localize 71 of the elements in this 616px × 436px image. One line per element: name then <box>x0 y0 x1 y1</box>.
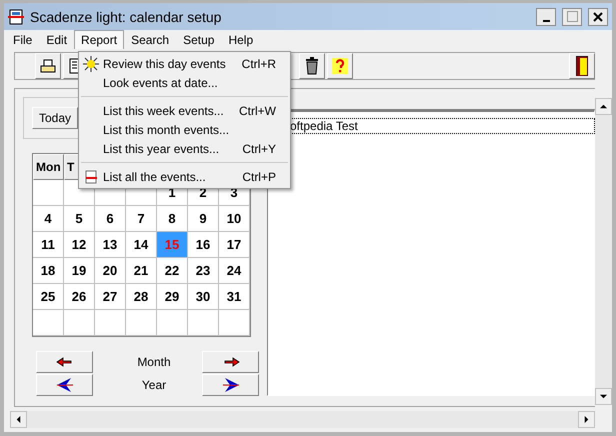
day-cell[interactable]: 7 <box>126 206 157 232</box>
day-cell[interactable]: 29 <box>157 284 188 310</box>
list-icon <box>84 170 98 184</box>
arrow-icon <box>54 357 74 367</box>
day-cell[interactable]: 9 <box>188 206 219 232</box>
navigation-label: Month <box>136 354 172 371</box>
day-cell[interactable]: 22 <box>157 258 188 284</box>
maximize-button[interactable] <box>562 8 582 26</box>
day-cell[interactable]: 6 <box>95 206 126 232</box>
scroll-left-icon <box>15 416 22 423</box>
minimize-icon <box>542 20 550 22</box>
toolbar-button[interactable] <box>299 53 325 79</box>
day-cell[interactable]: 20 <box>95 258 126 284</box>
day-cell[interactable]: 4 <box>33 206 64 232</box>
day-cell[interactable]: 8 <box>157 206 188 232</box>
menu-entry[interactable]: List this week events... Ctrl+W <box>79 101 290 120</box>
day-cell[interactable]: 25 <box>33 284 64 310</box>
day-cell[interactable]: 12 <box>64 232 95 258</box>
menu-item[interactable]: File <box>6 30 40 49</box>
menu-entry[interactable]: List this month events... <box>79 120 290 139</box>
day-cell[interactable]: 17 <box>219 232 250 258</box>
door-icon <box>576 56 588 76</box>
menu-item[interactable]: Help <box>221 30 260 49</box>
horizontal-scrollbar[interactable] <box>10 411 595 428</box>
toolbar-button[interactable] <box>569 53 595 79</box>
minimize-button[interactable] <box>536 8 556 26</box>
trash-icon <box>305 57 319 75</box>
day-cell[interactable]: 13 <box>95 232 126 258</box>
scroll-right-icon <box>583 416 590 423</box>
day-cell[interactable]: 24 <box>219 258 250 284</box>
day-cell[interactable]: 23 <box>188 258 219 284</box>
day-cell[interactable]: 28 <box>126 284 157 310</box>
menu-item[interactable]: Setup <box>176 30 222 49</box>
day-cell[interactable]: 30 <box>188 284 219 310</box>
day-cell[interactable]: 26 <box>64 284 95 310</box>
close-icon <box>593 12 603 22</box>
help-icon <box>331 57 349 75</box>
scroll-up-icon <box>600 103 607 110</box>
day-cell[interactable]: 16 <box>188 232 219 258</box>
window-title: Scadenze light: calendar setup <box>30 8 222 24</box>
day-cell[interactable]: 5 <box>64 206 95 232</box>
weekday-header: Mon <box>33 154 64 180</box>
day-cell[interactable]: 31 <box>219 284 250 310</box>
scroll-down-icon <box>600 393 607 400</box>
menu-item[interactable]: Search <box>124 30 176 49</box>
sun-icon <box>83 56 99 72</box>
previous-button[interactable] <box>36 351 93 373</box>
day-cell[interactable]: 27 <box>95 284 126 310</box>
event-item[interactable]: oftpedia Test <box>288 119 594 133</box>
arrow-icon <box>220 377 240 393</box>
previous-button[interactable] <box>36 374 93 396</box>
vertical-scrollbar[interactable] <box>595 98 612 405</box>
today-button[interactable]: Today <box>32 107 78 129</box>
next-button[interactable] <box>202 374 259 396</box>
printer-icon <box>39 58 57 74</box>
day-cell[interactable]: 18 <box>33 258 64 284</box>
menu-item[interactable]: Report <box>74 30 124 49</box>
maximize-icon <box>566 11 578 22</box>
app-icon <box>8 8 24 24</box>
next-button[interactable] <box>202 351 259 373</box>
day-cell[interactable]: 11 <box>33 232 64 258</box>
close-button[interactable] <box>588 8 608 26</box>
day-cell[interactable]: 19 <box>64 258 95 284</box>
menu-entry[interactable]: Look events at date... <box>79 73 290 92</box>
toolbar-button[interactable] <box>35 53 61 79</box>
menu-item[interactable]: Edit <box>39 30 74 49</box>
day-cell[interactable]: 21 <box>126 258 157 284</box>
day-cell[interactable]: 14 <box>126 232 157 258</box>
day-cell[interactable]: 10 <box>219 206 250 232</box>
arrow-icon <box>54 377 74 393</box>
navigation-label: Year <box>140 377 168 394</box>
